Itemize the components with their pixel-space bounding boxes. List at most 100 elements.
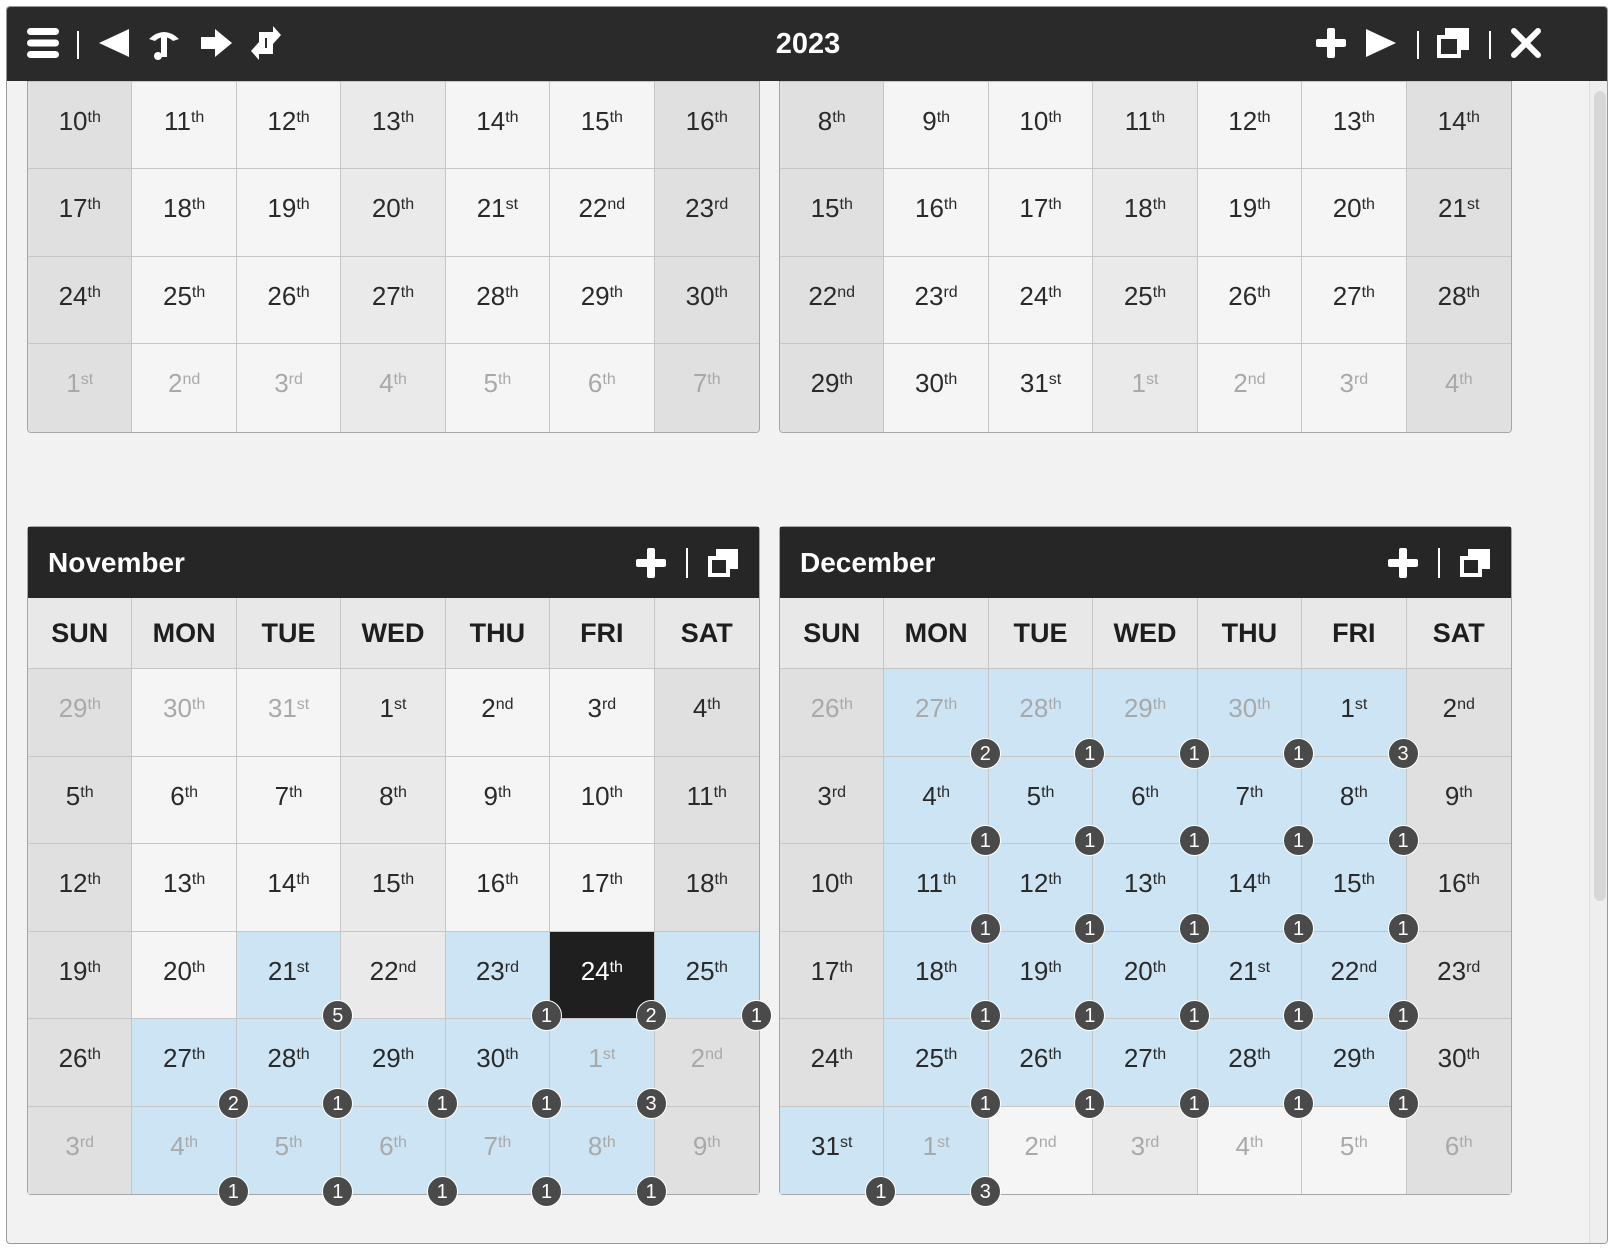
day-cell[interactable]: 12th	[1197, 81, 1303, 168]
day-cell[interactable]: 4th	[341, 344, 446, 432]
day-cell[interactable]: 22nd	[780, 256, 885, 343]
day-cell[interactable]: 24th	[780, 1019, 885, 1106]
day-cell[interactable]: 6th 1	[1093, 756, 1210, 856]
day-cell[interactable]: 4th 1	[884, 756, 1001, 856]
day-cell[interactable]: 2nd	[654, 1019, 759, 1106]
day-cell[interactable]: 15th	[780, 169, 885, 256]
event-count-badge[interactable]: 1	[1283, 737, 1315, 769]
day-cell[interactable]: 31st	[988, 344, 1094, 432]
day-cell[interactable]: 16th	[445, 844, 551, 931]
day-cell[interactable]: 23rd 1	[445, 931, 563, 1031]
day-cell[interactable]: 17th	[780, 931, 885, 1018]
day-cell[interactable]: 22nd 1	[1302, 931, 1419, 1031]
day-cell[interactable]: 11th	[1093, 81, 1198, 168]
day-cell[interactable]: 30th 1	[1197, 669, 1315, 769]
event-count-badge[interactable]: 1	[969, 1000, 1001, 1031]
day-cell[interactable]: 30th	[132, 669, 237, 756]
day-cell[interactable]: 16th	[884, 169, 989, 256]
event-count-badge[interactable]: 1	[531, 1087, 563, 1119]
day-cell[interactable]: 1st	[28, 344, 133, 432]
event-count-badge[interactable]: 1	[969, 912, 1001, 944]
event-count-badge[interactable]: 1	[1178, 1000, 1210, 1031]
day-cell[interactable]: 30th	[654, 256, 759, 343]
day-cell[interactable]: 30th 1	[445, 1019, 563, 1119]
day-cell[interactable]: 7th	[236, 756, 342, 843]
day-cell[interactable]: 12th 1	[988, 844, 1106, 944]
day-cell[interactable]: 30th	[884, 344, 989, 432]
day-cell[interactable]: 2nd	[1197, 344, 1303, 432]
day-cell[interactable]: 18th	[132, 169, 237, 256]
day-cell[interactable]: 26th	[236, 256, 342, 343]
day-cell[interactable]: 3rd	[236, 344, 342, 432]
day-cell[interactable]: 10th	[988, 81, 1094, 168]
day-cell[interactable]: 22nd	[550, 169, 655, 256]
day-cell[interactable]: 12th	[236, 81, 342, 168]
day-cell[interactable]: 26th	[28, 1019, 133, 1106]
event-count-badge[interactable]: 1	[1283, 1000, 1315, 1031]
day-cell[interactable]: 22nd	[341, 931, 446, 1018]
day-cell[interactable]: 31st	[236, 669, 342, 756]
day-cell[interactable]: 25th	[1093, 256, 1198, 343]
day-cell[interactable]: 28th 1	[236, 1019, 354, 1119]
day-cell[interactable]: 7th 1	[1197, 756, 1315, 856]
event-count-badge[interactable]: 1	[969, 825, 1001, 856]
day-cell[interactable]: 13th 1	[1093, 844, 1210, 944]
event-count-badge[interactable]: 1	[217, 1176, 249, 1207]
day-cell[interactable]: 2nd	[1406, 669, 1511, 756]
day-cell[interactable]: 11th	[654, 756, 759, 843]
event-count-badge[interactable]: 1	[322, 1176, 354, 1207]
day-cell[interactable]: 18th	[1093, 169, 1198, 256]
day-cell[interactable]: 8th 1	[1302, 756, 1419, 856]
day-cell[interactable]: 7th 1	[445, 1106, 563, 1207]
day-cell[interactable]: 19th	[1197, 169, 1303, 256]
day-cell[interactable]: 29th 1	[1093, 669, 1210, 769]
event-count-badge[interactable]: 3	[969, 1176, 1001, 1207]
day-cell[interactable]: 2nd	[988, 1106, 1094, 1194]
day-cell[interactable]: 10th	[28, 81, 133, 168]
day-cell[interactable]: 1st	[1093, 344, 1198, 432]
event-count-badge[interactable]: 2	[635, 1000, 667, 1031]
add-event-icon[interactable]	[631, 543, 671, 583]
day-cell[interactable]: 29th 1	[341, 1019, 458, 1119]
day-cell[interactable]: 4th	[1406, 344, 1511, 432]
event-count-badge[interactable]: 1	[1387, 1000, 1419, 1031]
day-cell[interactable]: 19th	[236, 169, 342, 256]
day-cell[interactable]: 4th 1	[132, 1106, 249, 1207]
day-cell[interactable]: 17th	[988, 169, 1094, 256]
hamburger-menu-icon[interactable]	[23, 23, 63, 63]
day-cell[interactable]: 26th 1	[988, 1019, 1106, 1119]
event-count-badge[interactable]: 1	[1178, 912, 1210, 944]
day-cell[interactable]: 15th	[341, 844, 446, 931]
event-count-badge[interactable]: 3	[635, 1087, 667, 1119]
day-cell[interactable]: 24th	[988, 256, 1094, 343]
day-cell[interactable]: 8th 1	[550, 1106, 667, 1207]
day-cell[interactable]: 10th	[780, 844, 885, 931]
day-cell[interactable]: 24th 2	[550, 931, 667, 1031]
event-count-badge[interactable]: 1	[1074, 912, 1106, 944]
day-cell[interactable]: 23rd	[884, 256, 989, 343]
day-cell[interactable]: 26th	[780, 669, 885, 756]
event-count-badge[interactable]: 1	[1387, 1087, 1419, 1119]
event-count-badge[interactable]: 1	[969, 1087, 1001, 1119]
day-cell[interactable]: 29th 1	[1302, 1019, 1419, 1119]
event-count-badge[interactable]: 2	[217, 1087, 249, 1119]
day-cell[interactable]: 6th	[132, 756, 237, 843]
day-cell[interactable]: 2nd	[445, 669, 551, 756]
day-cell[interactable]: 29th	[550, 256, 655, 343]
day-cell[interactable]: 21st 5	[236, 931, 354, 1031]
day-cell[interactable]: 6th	[550, 344, 655, 432]
day-cell[interactable]: 28th 1	[1197, 1019, 1315, 1119]
day-cell[interactable]: 29th	[28, 669, 133, 756]
event-count-badge[interactable]: 1	[865, 1176, 897, 1207]
day-cell[interactable]: 17th	[550, 844, 655, 931]
day-cell[interactable]: 4th	[654, 669, 759, 756]
event-count-badge[interactable]: 1	[1178, 825, 1210, 856]
event-count-badge[interactable]: 1	[1074, 737, 1106, 769]
day-cell[interactable]: 21st	[445, 169, 551, 256]
day-cell[interactable]: 4th	[1197, 1106, 1303, 1194]
day-cell[interactable]: 14th 1	[1197, 844, 1315, 944]
day-cell[interactable]: 17th	[28, 169, 133, 256]
event-count-badge[interactable]: 1	[426, 1087, 458, 1119]
day-cell[interactable]: 31st 1	[780, 1106, 897, 1207]
day-cell[interactable]: 27th 1	[1093, 1019, 1210, 1119]
